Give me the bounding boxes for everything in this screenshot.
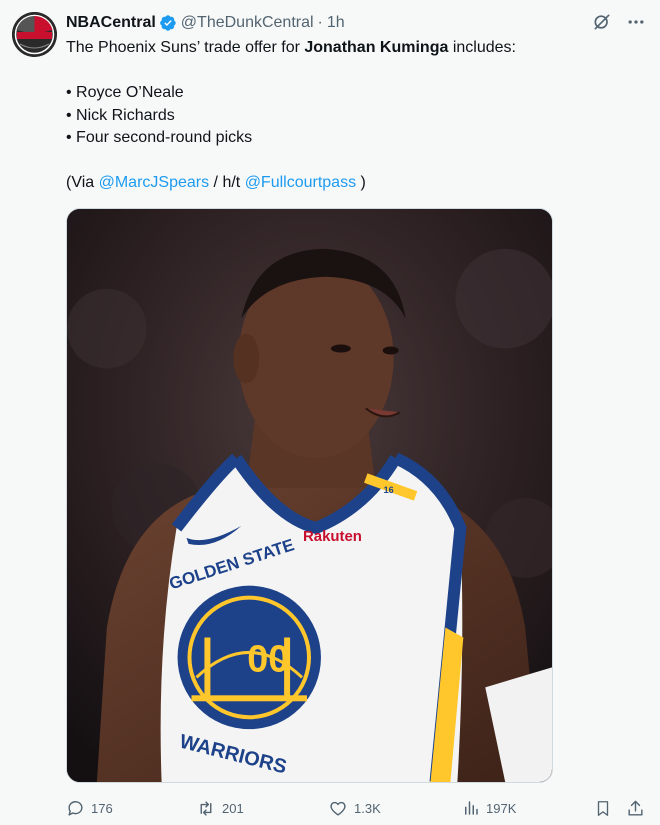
bullet-item: • Nick Richards bbox=[66, 106, 175, 124]
reply-icon bbox=[66, 799, 85, 818]
header-actions bbox=[592, 12, 646, 32]
via-prefix: (Via bbox=[66, 174, 99, 191]
intro-suffix: includes: bbox=[448, 39, 516, 56]
intro-prefix: The Phoenix Suns’ trade offer for bbox=[66, 39, 305, 56]
like-count: 1.3K bbox=[354, 800, 381, 816]
share-button[interactable] bbox=[626, 797, 645, 819]
separator-dot: · bbox=[317, 14, 323, 31]
heart-icon bbox=[328, 799, 348, 818]
timestamp[interactable]: 1h bbox=[327, 14, 345, 32]
mention-link[interactable]: @Fullcourtpass bbox=[245, 174, 356, 191]
repost-button[interactable]: 201 bbox=[196, 797, 244, 819]
verified-badge-icon bbox=[159, 14, 177, 32]
via-suffix: ) bbox=[356, 174, 366, 191]
intro-bold-name: Jonathan Kuminga bbox=[304, 39, 449, 56]
via-middle: / h/t bbox=[209, 174, 245, 191]
avatar[interactable] bbox=[12, 12, 57, 57]
warriors-logo: 00 bbox=[177, 585, 321, 730]
repost-count: 201 bbox=[222, 800, 244, 816]
bookmark-button[interactable] bbox=[594, 797, 612, 819]
jersey-number: 00 bbox=[247, 638, 289, 680]
tweet-header: NBACentral @TheDunkCentral · 1h bbox=[66, 12, 345, 34]
author-handle[interactable]: @TheDunkCentral bbox=[181, 14, 314, 32]
tweet-intro-line: The Phoenix Suns’ trade offer for Jonath… bbox=[66, 37, 646, 60]
like-button[interactable]: 1.3K bbox=[328, 797, 381, 819]
via-line: (Via @MarcJSpears / h/t @Fullcourtpass ) bbox=[66, 172, 646, 195]
more-icon[interactable] bbox=[626, 12, 646, 32]
tweet-photo[interactable]: 16 Rakuten 00 GOLDEN STATE WARRIORS bbox=[66, 208, 553, 783]
jersey-sponsor: Rakuten bbox=[303, 528, 362, 545]
views-count: 197K bbox=[486, 800, 517, 816]
bookmark-icon bbox=[594, 799, 612, 818]
bullet-item: • Royce O’Neale bbox=[66, 84, 184, 101]
reply-button[interactable]: 176 bbox=[66, 797, 113, 819]
views-button[interactable]: 197K bbox=[462, 797, 516, 819]
mention-link[interactable]: @MarcJSpears bbox=[99, 174, 210, 191]
bullet-item: • Four second-round picks bbox=[66, 129, 253, 146]
grok-icon[interactable] bbox=[592, 12, 612, 32]
action-bar: 176 201 1.3K 197K bbox=[66, 797, 650, 819]
tweet-card[interactable]: NBACentral @TheDunkCentral · 1h The Phoe… bbox=[0, 0, 660, 825]
share-icon bbox=[626, 799, 645, 818]
tweet-text: The Phoenix Suns’ trade offer for Jonath… bbox=[66, 37, 646, 195]
repost-icon bbox=[196, 799, 216, 818]
strap-number: 16 bbox=[384, 485, 394, 495]
views-icon bbox=[462, 799, 480, 817]
reply-count: 176 bbox=[91, 800, 113, 816]
display-name[interactable]: NBACentral bbox=[66, 14, 156, 32]
